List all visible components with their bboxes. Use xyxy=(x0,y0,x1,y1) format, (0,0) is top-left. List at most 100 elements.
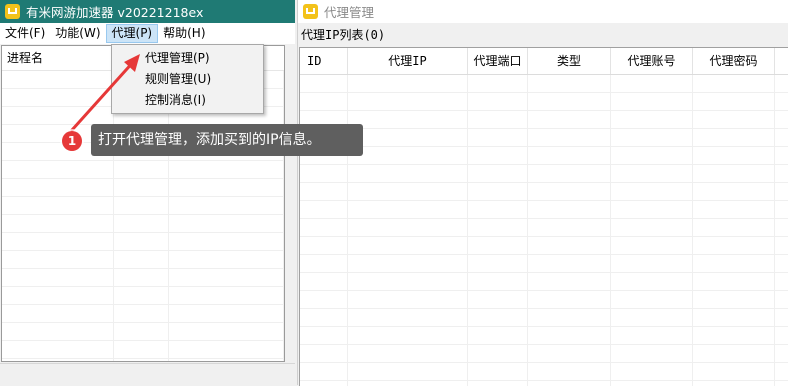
main-title-bar[interactable]: 有米网游加速器 v20221218ex xyxy=(0,0,295,23)
empty-cell xyxy=(114,233,169,250)
empty-cell xyxy=(528,129,611,146)
column-header-proxy-ip[interactable]: 代理IP xyxy=(348,48,468,74)
empty-cell xyxy=(348,111,468,128)
empty-cell xyxy=(114,359,169,361)
empty-cell xyxy=(528,147,611,164)
empty-cell xyxy=(693,309,775,326)
empty-cell xyxy=(693,201,775,218)
empty-cell xyxy=(468,309,528,326)
column-header-blank xyxy=(775,48,788,74)
empty-cell xyxy=(693,219,775,236)
empty-cell xyxy=(468,75,528,92)
empty-cell xyxy=(2,341,114,358)
empty-row xyxy=(300,201,788,219)
empty-cell xyxy=(611,327,693,344)
empty-cell xyxy=(611,219,693,236)
menu-bar: 文件(F) 功能(W) 代理(P) 帮助(H) xyxy=(0,23,295,44)
menu-function[interactable]: 功能(W) xyxy=(50,24,105,43)
empty-cell xyxy=(300,165,348,182)
column-header-proxy-password[interactable]: 代理密码 xyxy=(693,48,775,74)
process-rows xyxy=(2,71,284,361)
empty-cell xyxy=(611,147,693,164)
empty-cell xyxy=(528,201,611,218)
empty-cell xyxy=(300,381,348,386)
empty-row xyxy=(2,305,284,323)
empty-cell xyxy=(2,161,114,178)
empty-cell xyxy=(348,381,468,386)
empty-cell xyxy=(348,345,468,362)
empty-cell xyxy=(114,287,169,304)
empty-cell xyxy=(300,201,348,218)
proxy-table-header: ID 代理IP 代理端口 类型 代理账号 代理密码 xyxy=(300,48,788,75)
empty-cell xyxy=(528,93,611,110)
empty-cell xyxy=(114,323,169,340)
empty-cell xyxy=(468,345,528,362)
empty-cell xyxy=(528,75,611,92)
empty-cell xyxy=(114,197,169,214)
empty-row xyxy=(300,273,788,291)
empty-row xyxy=(300,111,788,129)
menu-item-rule-manage[interactable]: 规则管理(U) xyxy=(112,69,263,90)
empty-cell xyxy=(300,219,348,236)
empty-cell xyxy=(300,93,348,110)
empty-cell xyxy=(348,363,468,380)
empty-cell xyxy=(611,255,693,272)
empty-cell xyxy=(348,93,468,110)
empty-cell xyxy=(2,71,114,88)
main-window-title: 有米网游加速器 v20221218ex xyxy=(26,5,204,20)
app-logo-icon xyxy=(303,4,318,19)
empty-cell xyxy=(611,129,693,146)
process-name-column-header[interactable]: 进程名 xyxy=(2,46,114,70)
empty-cell xyxy=(468,363,528,380)
empty-cell xyxy=(300,309,348,326)
empty-cell xyxy=(468,129,528,146)
empty-row xyxy=(300,147,788,165)
empty-cell xyxy=(169,197,284,214)
empty-row xyxy=(300,309,788,327)
empty-cell xyxy=(300,273,348,290)
empty-cell xyxy=(468,291,528,308)
menu-item-proxy-manage[interactable]: 代理管理(P) xyxy=(112,48,263,69)
menu-item-control-messages[interactable]: 控制消息(I) xyxy=(112,90,263,111)
empty-row xyxy=(2,215,284,233)
empty-cell xyxy=(300,345,348,362)
empty-cell xyxy=(2,305,114,322)
empty-cell xyxy=(528,111,611,128)
menu-help[interactable]: 帮助(H) xyxy=(158,24,210,43)
column-header-proxy-port[interactable]: 代理端口 xyxy=(468,48,528,74)
empty-cell xyxy=(169,215,284,232)
column-header-type[interactable]: 类型 xyxy=(528,48,611,74)
empty-row xyxy=(300,183,788,201)
empty-cell xyxy=(611,165,693,182)
empty-row xyxy=(2,233,284,251)
empty-cell xyxy=(528,219,611,236)
proxy-title-bar[interactable]: 代理管理 xyxy=(298,0,788,23)
app-logo-icon xyxy=(5,4,20,19)
status-bar xyxy=(0,363,295,386)
empty-cell xyxy=(114,341,169,358)
empty-cell xyxy=(169,161,284,178)
empty-cell xyxy=(693,381,775,386)
menu-proxy[interactable]: 代理(P) xyxy=(105,24,159,43)
empty-cell xyxy=(114,161,169,178)
empty-cell xyxy=(611,183,693,200)
empty-cell xyxy=(300,363,348,380)
empty-cell xyxy=(611,309,693,326)
empty-cell xyxy=(169,359,284,361)
empty-row xyxy=(2,161,284,179)
empty-cell xyxy=(611,111,693,128)
step-number-badge: 1 xyxy=(62,131,82,151)
column-header-id[interactable]: ID xyxy=(300,48,348,74)
proxy-ip-table[interactable]: ID 代理IP 代理端口 类型 代理账号 代理密码 xyxy=(299,47,788,386)
empty-cell xyxy=(468,183,528,200)
empty-cell xyxy=(348,129,468,146)
empty-cell xyxy=(468,327,528,344)
column-header-proxy-account[interactable]: 代理账号 xyxy=(611,48,693,74)
empty-cell xyxy=(611,273,693,290)
menu-file[interactable]: 文件(F) xyxy=(0,24,50,43)
empty-cell xyxy=(693,147,775,164)
empty-cell xyxy=(468,381,528,386)
empty-row xyxy=(300,75,788,93)
empty-cell xyxy=(468,237,528,254)
empty-cell xyxy=(468,147,528,164)
